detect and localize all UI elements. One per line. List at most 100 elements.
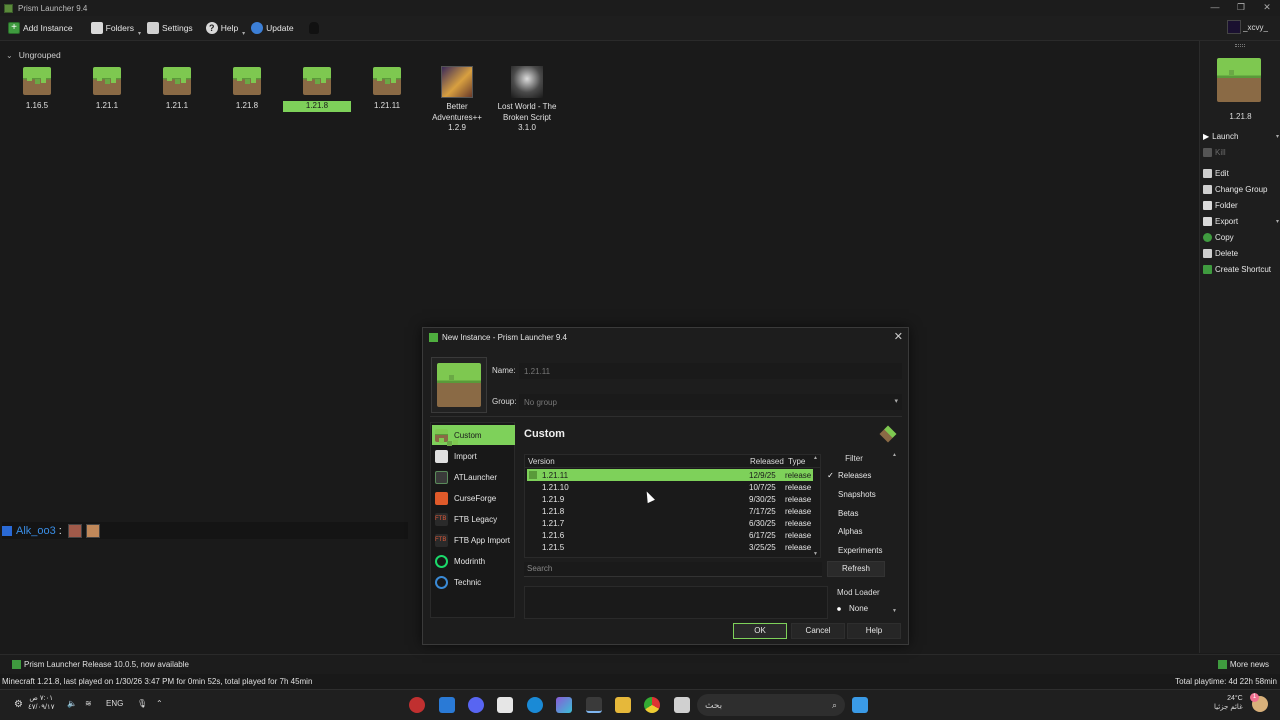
version-row[interactable]: 1.21.9 9/30/25 release bbox=[527, 493, 813, 505]
instance-tile[interactable]: Lost World - The Broken Script 3.1.0 bbox=[493, 66, 561, 134]
add-instance-button[interactable]: + Add Instance bbox=[3, 18, 78, 38]
help-button[interactable]: Help bbox=[847, 623, 901, 639]
mod-loader-version-list[interactable] bbox=[524, 586, 828, 619]
version-list[interactable]: Version Released Type 1.21.11 12/9/25 re… bbox=[524, 454, 821, 558]
prism-launcher-icon[interactable] bbox=[586, 697, 602, 713]
copy-button[interactable]: Copy bbox=[1203, 233, 1279, 242]
scroll-up-icon[interactable]: ▲ bbox=[813, 455, 818, 461]
group-combobox[interactable]: No group ▾ bbox=[519, 394, 902, 410]
window-icon[interactable] bbox=[674, 697, 690, 713]
clock[interactable]: ٧:٠١ ص ٤٧/٠٩/١٧ bbox=[28, 694, 54, 712]
scroll-down-icon[interactable]: ▼ bbox=[813, 551, 818, 557]
create-shortcut-button[interactable]: Create Shortcut bbox=[1203, 265, 1279, 274]
store-icon[interactable] bbox=[497, 697, 513, 713]
edit-button[interactable]: Edit bbox=[1203, 169, 1279, 178]
instance-tile[interactable]: 1.21.11 bbox=[353, 67, 421, 112]
version-list-scrollbar[interactable]: ▲ ▼ bbox=[813, 455, 820, 557]
launch-label: Launch bbox=[1212, 132, 1239, 141]
instance-tile[interactable]: 1.21.8 bbox=[213, 67, 281, 112]
kill-button[interactable]: Kill bbox=[1203, 148, 1279, 157]
export-button[interactable]: Export ▾ bbox=[1203, 217, 1279, 226]
instance-tile[interactable]: 1.21.1 bbox=[73, 67, 141, 112]
update-button[interactable]: Update bbox=[246, 18, 298, 38]
column-version[interactable]: Version bbox=[528, 457, 555, 466]
taskbar-search[interactable]: ⌕ بحث bbox=[697, 694, 845, 716]
version-row[interactable]: 1.21.6 6/17/25 release bbox=[527, 529, 813, 541]
instance-icon-button[interactable] bbox=[431, 357, 487, 413]
news-headline[interactable]: Prism Launcher Release 10.0.5, now avail… bbox=[24, 660, 189, 669]
language-indicator[interactable]: ENG bbox=[106, 699, 123, 708]
copilot-icon[interactable] bbox=[556, 697, 572, 713]
source-ftb-app-import[interactable]: FTB FTB App Import bbox=[432, 530, 515, 550]
refresh-button[interactable]: Refresh bbox=[827, 561, 885, 577]
column-type[interactable]: Type bbox=[788, 457, 805, 466]
maximize-button[interactable]: ❐ bbox=[1228, 0, 1254, 16]
close-button[interactable]: ✕ bbox=[1254, 0, 1280, 16]
weather-widget[interactable]: 24°C غائم جزئيا bbox=[1214, 694, 1243, 712]
group-header[interactable]: ⌄ Ungrouped bbox=[6, 50, 61, 60]
filter-alphas[interactable]: Alphas bbox=[826, 527, 862, 536]
app-icon[interactable] bbox=[409, 697, 425, 713]
folder-button[interactable]: Folder bbox=[1203, 201, 1279, 210]
grass-block-icon[interactable] bbox=[1217, 58, 1261, 102]
launch-button[interactable]: ▶ Launch ▾ bbox=[1203, 132, 1279, 141]
filter-snapshots[interactable]: Snapshots bbox=[826, 490, 876, 499]
chevron-up-icon[interactable]: ⌃ bbox=[156, 699, 163, 708]
instance-name: Better Adventures++ 1.2.9 bbox=[432, 102, 482, 132]
file-explorer-icon[interactable] bbox=[615, 697, 631, 713]
close-icon[interactable]: ✕ bbox=[894, 330, 903, 343]
version-row[interactable]: 1.21.8 7/17/25 release bbox=[527, 505, 813, 517]
shield-icon[interactable] bbox=[439, 697, 455, 713]
version-search-input[interactable]: Search bbox=[524, 562, 822, 577]
source-atlauncher[interactable]: ATLauncher bbox=[432, 467, 515, 487]
chrome-icon[interactable] bbox=[644, 697, 660, 713]
filter-experiments[interactable]: Experiments bbox=[826, 546, 882, 555]
more-news-button[interactable]: More news bbox=[1217, 660, 1269, 669]
windows-start-icon[interactable] bbox=[852, 697, 868, 713]
instance-tile[interactable]: 1.21.1 bbox=[143, 67, 211, 112]
update-label: Update bbox=[266, 23, 294, 33]
version-row[interactable]: 1.21.11 12/9/25 release bbox=[527, 469, 813, 481]
minimize-button[interactable]: — bbox=[1202, 0, 1228, 16]
cat-icon[interactable] bbox=[308, 22, 319, 34]
folders-button[interactable]: Folders ▾ bbox=[86, 18, 141, 38]
settings-button[interactable]: Settings bbox=[142, 18, 198, 38]
version-row[interactable]: 1.21.10 10/7/25 release bbox=[527, 481, 813, 493]
mod-loader-none-radio[interactable]: None bbox=[835, 604, 868, 613]
settings-icon[interactable]: ⚙ bbox=[14, 699, 23, 710]
column-released[interactable]: Released bbox=[750, 457, 784, 466]
edge-icon[interactable] bbox=[527, 697, 543, 713]
filter-releases[interactable]: ✓ Releases bbox=[826, 471, 871, 480]
scroll-up-icon[interactable]: ▲ bbox=[892, 452, 897, 458]
cancel-button[interactable]: Cancel bbox=[791, 623, 845, 639]
instance-tile[interactable]: Better Adventures++ 1.2.9 bbox=[423, 66, 491, 134]
change-group-button[interactable]: Change Group bbox=[1203, 185, 1279, 194]
account-button[interactable]: _xcvy_ bbox=[1227, 20, 1268, 34]
info-bar: Minecraft 1.21.8, last played on 1/30/26… bbox=[0, 674, 1280, 689]
discord-icon[interactable] bbox=[468, 697, 484, 713]
source-modrinth[interactable]: Modrinth bbox=[432, 551, 515, 571]
source-curseforge[interactable]: CurseForge bbox=[432, 488, 515, 508]
source-ftb-legacy[interactable]: FTB FTB Legacy bbox=[432, 509, 515, 529]
grass-block-icon bbox=[373, 67, 401, 95]
version-type: release bbox=[785, 519, 812, 528]
source-import[interactable]: Import bbox=[432, 446, 515, 466]
drag-handle-icon[interactable] bbox=[1235, 44, 1245, 47]
scroll-down-icon[interactable]: ▼ bbox=[892, 608, 897, 614]
microphone-icon[interactable]: 🎙 bbox=[137, 699, 147, 708]
instance-tile[interactable]: 1.16.5 bbox=[3, 67, 71, 112]
source-custom[interactable]: Custom bbox=[432, 425, 515, 445]
source-technic[interactable]: Technic bbox=[432, 572, 515, 592]
version-row[interactable]: 1.21.5 3/25/25 release bbox=[527, 541, 813, 553]
instance-tile-selected[interactable]: 1.21.8 bbox=[283, 67, 351, 112]
filter-betas[interactable]: Betas bbox=[826, 509, 858, 518]
filter-scrollbar[interactable]: ▲ bbox=[892, 448, 899, 548]
source-label: Import bbox=[454, 451, 477, 461]
help-button[interactable]: ? Help ▾ bbox=[201, 18, 245, 38]
ok-button[interactable]: OK bbox=[733, 623, 787, 639]
name-field[interactable]: 1.21.11 bbox=[519, 363, 902, 379]
delete-button[interactable]: Delete bbox=[1203, 249, 1279, 258]
wifi-icon[interactable]: ≋ bbox=[85, 699, 92, 708]
version-row[interactable]: 1.21.7 6/30/25 release bbox=[527, 517, 813, 529]
volume-icon[interactable]: 🔈 bbox=[67, 699, 77, 708]
